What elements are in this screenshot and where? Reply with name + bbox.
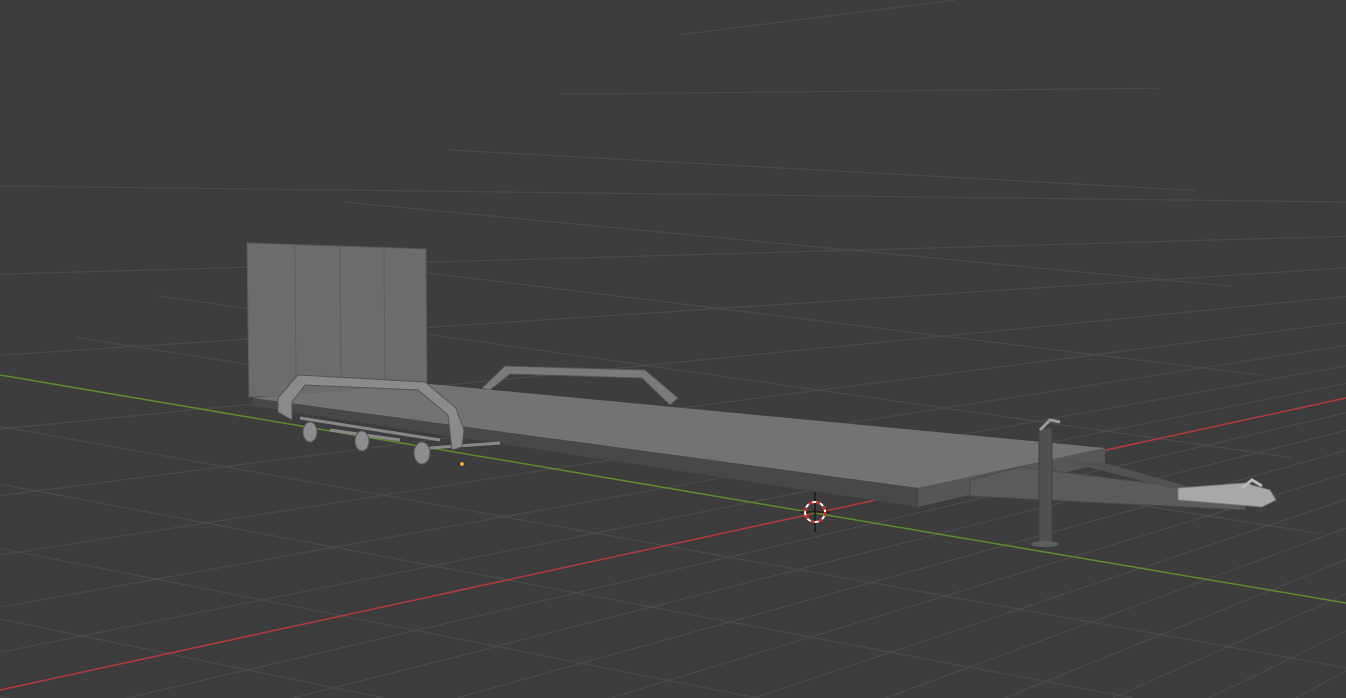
grid-line: [1112, 593, 1346, 698]
viewport-canvas[interactable]: [0, 0, 1346, 698]
wheel: [302, 421, 318, 443]
grid-line: [0, 235, 1346, 275]
floor-grid: [0, 0, 1346, 698]
3d-cursor[interactable]: [800, 492, 830, 532]
3d-viewport[interactable]: [0, 0, 1346, 698]
trailer-model[interactable]: [246, 242, 1277, 547]
grid-line: [561, 87, 1159, 95]
grid-line: [680, 0, 956, 36]
grid-line: [885, 527, 1346, 698]
jack-stand: [1038, 427, 1053, 545]
grid-line: [1004, 559, 1346, 698]
grid-line: [345, 201, 1231, 287]
grid-line: [1295, 670, 1346, 698]
grid-line: [0, 185, 1346, 203]
grid-line: [449, 149, 1197, 192]
grid-line: [0, 267, 1346, 356]
wheel: [354, 430, 370, 452]
grid-line: [0, 618, 385, 698]
object-origin[interactable]: [459, 461, 465, 467]
wheel: [413, 441, 431, 465]
grid-line: [0, 547, 758, 698]
jack-foot: [1031, 541, 1059, 547]
headboard: [246, 242, 428, 398]
